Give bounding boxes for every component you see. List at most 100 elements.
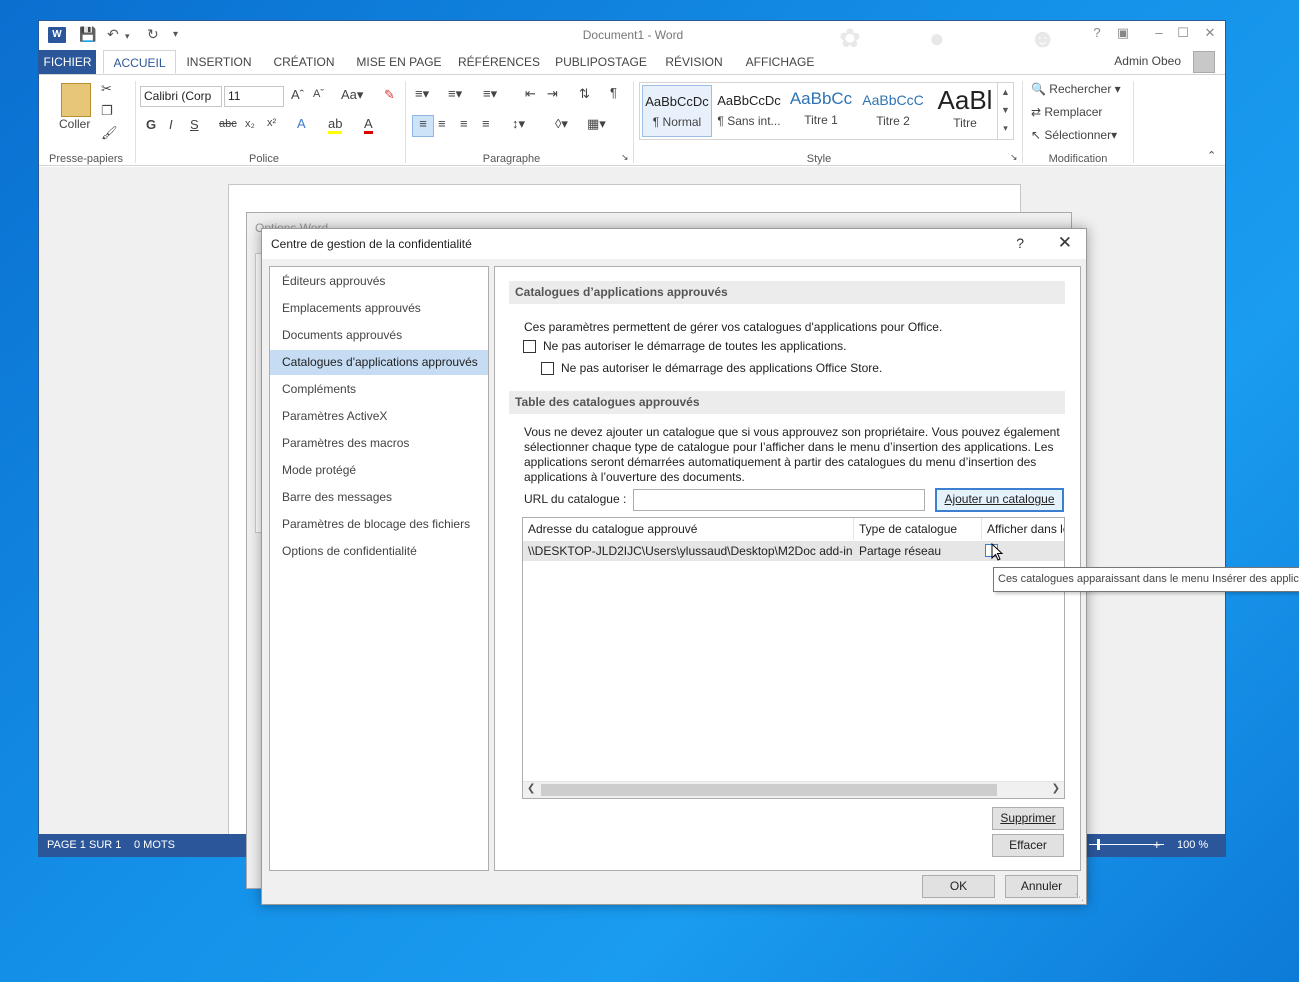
sort-icon[interactable]: ⇅ — [579, 86, 590, 102]
redo-icon[interactable]: ↻ — [147, 26, 159, 43]
nav-item-trusted-publishers[interactable]: Éditeurs approuvés — [270, 269, 488, 294]
undo-dropdown-icon[interactable]: ▾ — [125, 31, 130, 42]
ribbon-display-icon[interactable]: ▣ — [1112, 25, 1134, 41]
nav-item-activex[interactable]: Paramètres ActiveX — [270, 404, 488, 429]
tab-revision[interactable]: RÉVISION — [661, 50, 727, 74]
scroll-left-icon[interactable]: ❮ — [527, 783, 535, 794]
tab-accueil[interactable]: ACCUEIL — [103, 50, 176, 74]
cancel-button[interactable]: Annuler — [1005, 875, 1078, 898]
word-logo-icon[interactable]: W — [48, 27, 66, 43]
tab-publipostage[interactable]: PUBLIPOSTAGE — [555, 50, 647, 74]
page-count[interactable]: PAGE 1 SUR 1 — [47, 834, 121, 856]
subscript-icon[interactable]: x₂ — [245, 118, 255, 130]
copy-icon[interactable]: ❐ — [101, 103, 113, 119]
highlight-icon[interactable]: ab — [328, 116, 343, 134]
align-right-icon[interactable]: ≡ — [460, 116, 468, 131]
column-header-show-in-menu[interactable]: Afficher dans le menu — [982, 518, 1064, 540]
replace-button[interactable]: ⇄ Remplacer — [1031, 105, 1102, 119]
column-header-address[interactable]: Adresse du catalogue approuvé — [523, 518, 854, 540]
font-color-icon[interactable]: A — [364, 116, 373, 134]
scrollbar-thumb[interactable] — [541, 784, 997, 796]
dialog-launcher-icon[interactable]: ↘ — [621, 152, 629, 163]
style-title[interactable]: AaBl Titre — [930, 85, 1000, 137]
tab-mise-en-page[interactable]: MISE EN PAGE — [353, 50, 445, 74]
avatar[interactable] — [1193, 51, 1215, 73]
bullets-icon[interactable]: ≡▾ — [415, 86, 429, 102]
word-count[interactable]: 0 MOTS — [134, 834, 175, 856]
checkbox-block-store-apps-label[interactable]: Ne pas autoriser le démarrage des applic… — [561, 361, 882, 375]
align-center-icon[interactable]: ≡ — [438, 116, 446, 131]
close-icon[interactable]: ✕ — [1199, 25, 1221, 41]
multilevel-list-icon[interactable]: ≡▾ — [483, 86, 497, 102]
clear-format-icon[interactable]: ✎ — [384, 87, 395, 103]
minimize-icon[interactable]: – — [1148, 25, 1170, 40]
show-marks-icon[interactable]: ¶ — [610, 85, 617, 100]
tab-creation[interactable]: CRÉATION — [267, 50, 341, 74]
tab-references[interactable]: RÉFÉRENCES — [457, 50, 541, 74]
nav-item-trusted-documents[interactable]: Documents approuvés — [270, 323, 488, 348]
underline-icon[interactable]: S — [190, 117, 199, 132]
nav-item-privacy-options[interactable]: Options de confidentialité — [270, 539, 488, 564]
numbering-icon[interactable]: ≡▾ — [448, 86, 462, 102]
font-name-combo[interactable]: Calibri (Corp — [140, 86, 222, 107]
catalog-url-input[interactable] — [633, 489, 925, 511]
line-spacing-icon[interactable]: ↕▾ — [512, 116, 525, 132]
user-name[interactable]: Admin Obeo — [1114, 54, 1181, 68]
zoom-in-icon[interactable]: + — [1153, 834, 1161, 856]
italic-icon[interactable]: I — [169, 117, 173, 132]
paste-icon[interactable] — [61, 83, 91, 117]
style-heading-1[interactable]: AaBbCc Titre 1 — [786, 85, 856, 137]
nav-item-protected-view[interactable]: Mode protégé — [270, 458, 488, 483]
nav-item-file-block[interactable]: Paramètres de blocage des fichiers — [270, 512, 488, 537]
dialog-launcher-icon[interactable]: ↘ — [1010, 152, 1018, 163]
horizontal-scrollbar[interactable]: ❮ ❯ — [523, 781, 1064, 798]
shrink-font-icon[interactable]: Aˇ — [313, 88, 324, 100]
delete-button[interactable]: Supprimer — [992, 807, 1064, 830]
zoom-slider-thumb[interactable] — [1097, 839, 1100, 850]
tab-fichier[interactable]: FICHIER — [39, 50, 96, 74]
tab-affichage[interactable]: AFFICHAGE — [741, 50, 819, 74]
nav-item-macros[interactable]: Paramètres des macros — [270, 431, 488, 456]
shading-icon[interactable]: ◊▾ — [555, 116, 568, 132]
maximize-icon[interactable]: ☐ — [1172, 25, 1194, 41]
strikethrough-icon[interactable]: abc — [219, 118, 237, 130]
change-case-icon[interactable]: Aa▾ — [341, 87, 363, 103]
find-button[interactable]: 🔍 Rechercher ▾ — [1031, 82, 1121, 96]
checkbox-block-store-apps[interactable] — [541, 362, 554, 375]
nav-item-add-ins[interactable]: Compléments — [270, 377, 488, 402]
add-catalog-button[interactable]: Ajouter un catalogue — [935, 488, 1064, 512]
zoom-level[interactable]: 100 % — [1177, 834, 1208, 856]
text-effects-icon[interactable]: A — [297, 116, 306, 131]
column-header-type[interactable]: Type de catalogue — [854, 518, 982, 540]
undo-icon[interactable]: ↶ — [107, 26, 119, 43]
help-button[interactable]: ? — [1086, 25, 1108, 40]
style-no-spacing[interactable]: AaBbCcDc ¶ Sans int... — [714, 85, 784, 137]
table-row[interactable]: \\DESKTOP-JLD2IJC\Users\ylussaud\Desktop… — [523, 541, 1064, 561]
superscript-icon[interactable]: x² — [267, 117, 276, 129]
decrease-indent-icon[interactable]: ⇤ — [525, 86, 536, 102]
nav-item-trusted-app-catalogs[interactable]: Catalogues d'applications approuvés — [270, 350, 488, 375]
borders-icon[interactable]: ▦▾ — [587, 116, 606, 132]
nav-item-trusted-locations[interactable]: Emplacements approuvés — [270, 296, 488, 321]
font-size-combo[interactable]: 11 — [224, 86, 284, 107]
paste-button[interactable]: Coller — [59, 117, 90, 131]
align-left-icon[interactable]: ≡ — [412, 115, 434, 137]
close-icon[interactable]: ✕ — [1058, 233, 1072, 253]
scroll-right-icon[interactable]: ❯ — [1052, 783, 1060, 794]
style-heading-2[interactable]: AaBbCcC Titre 2 — [858, 85, 928, 137]
customize-qat-icon[interactable]: ▾ — [173, 29, 178, 40]
checkbox-block-all-apps[interactable] — [523, 340, 536, 353]
grow-font-icon[interactable]: Aˆ — [291, 87, 304, 102]
format-painter-icon[interactable]: 🖌 — [101, 125, 118, 141]
style-normal[interactable]: AaBbCcDc ¶ Normal — [642, 85, 712, 137]
resize-grip-icon[interactable]: ⋱ — [1075, 892, 1084, 903]
checkbox-block-all-apps-label[interactable]: Ne pas autoriser le démarrage de toutes … — [543, 339, 847, 353]
cut-icon[interactable]: ✂ — [101, 81, 112, 97]
help-button[interactable]: ? — [1016, 235, 1024, 251]
justify-icon[interactable]: ≡ — [482, 116, 490, 131]
bold-icon[interactable]: G — [146, 117, 156, 132]
increase-indent-icon[interactable]: ⇥ — [547, 86, 558, 102]
nav-item-message-bar[interactable]: Barre des messages — [270, 485, 488, 510]
clear-button[interactable]: Effacer — [992, 834, 1064, 857]
collapse-ribbon-icon[interactable]: ⌃ — [1207, 149, 1216, 162]
